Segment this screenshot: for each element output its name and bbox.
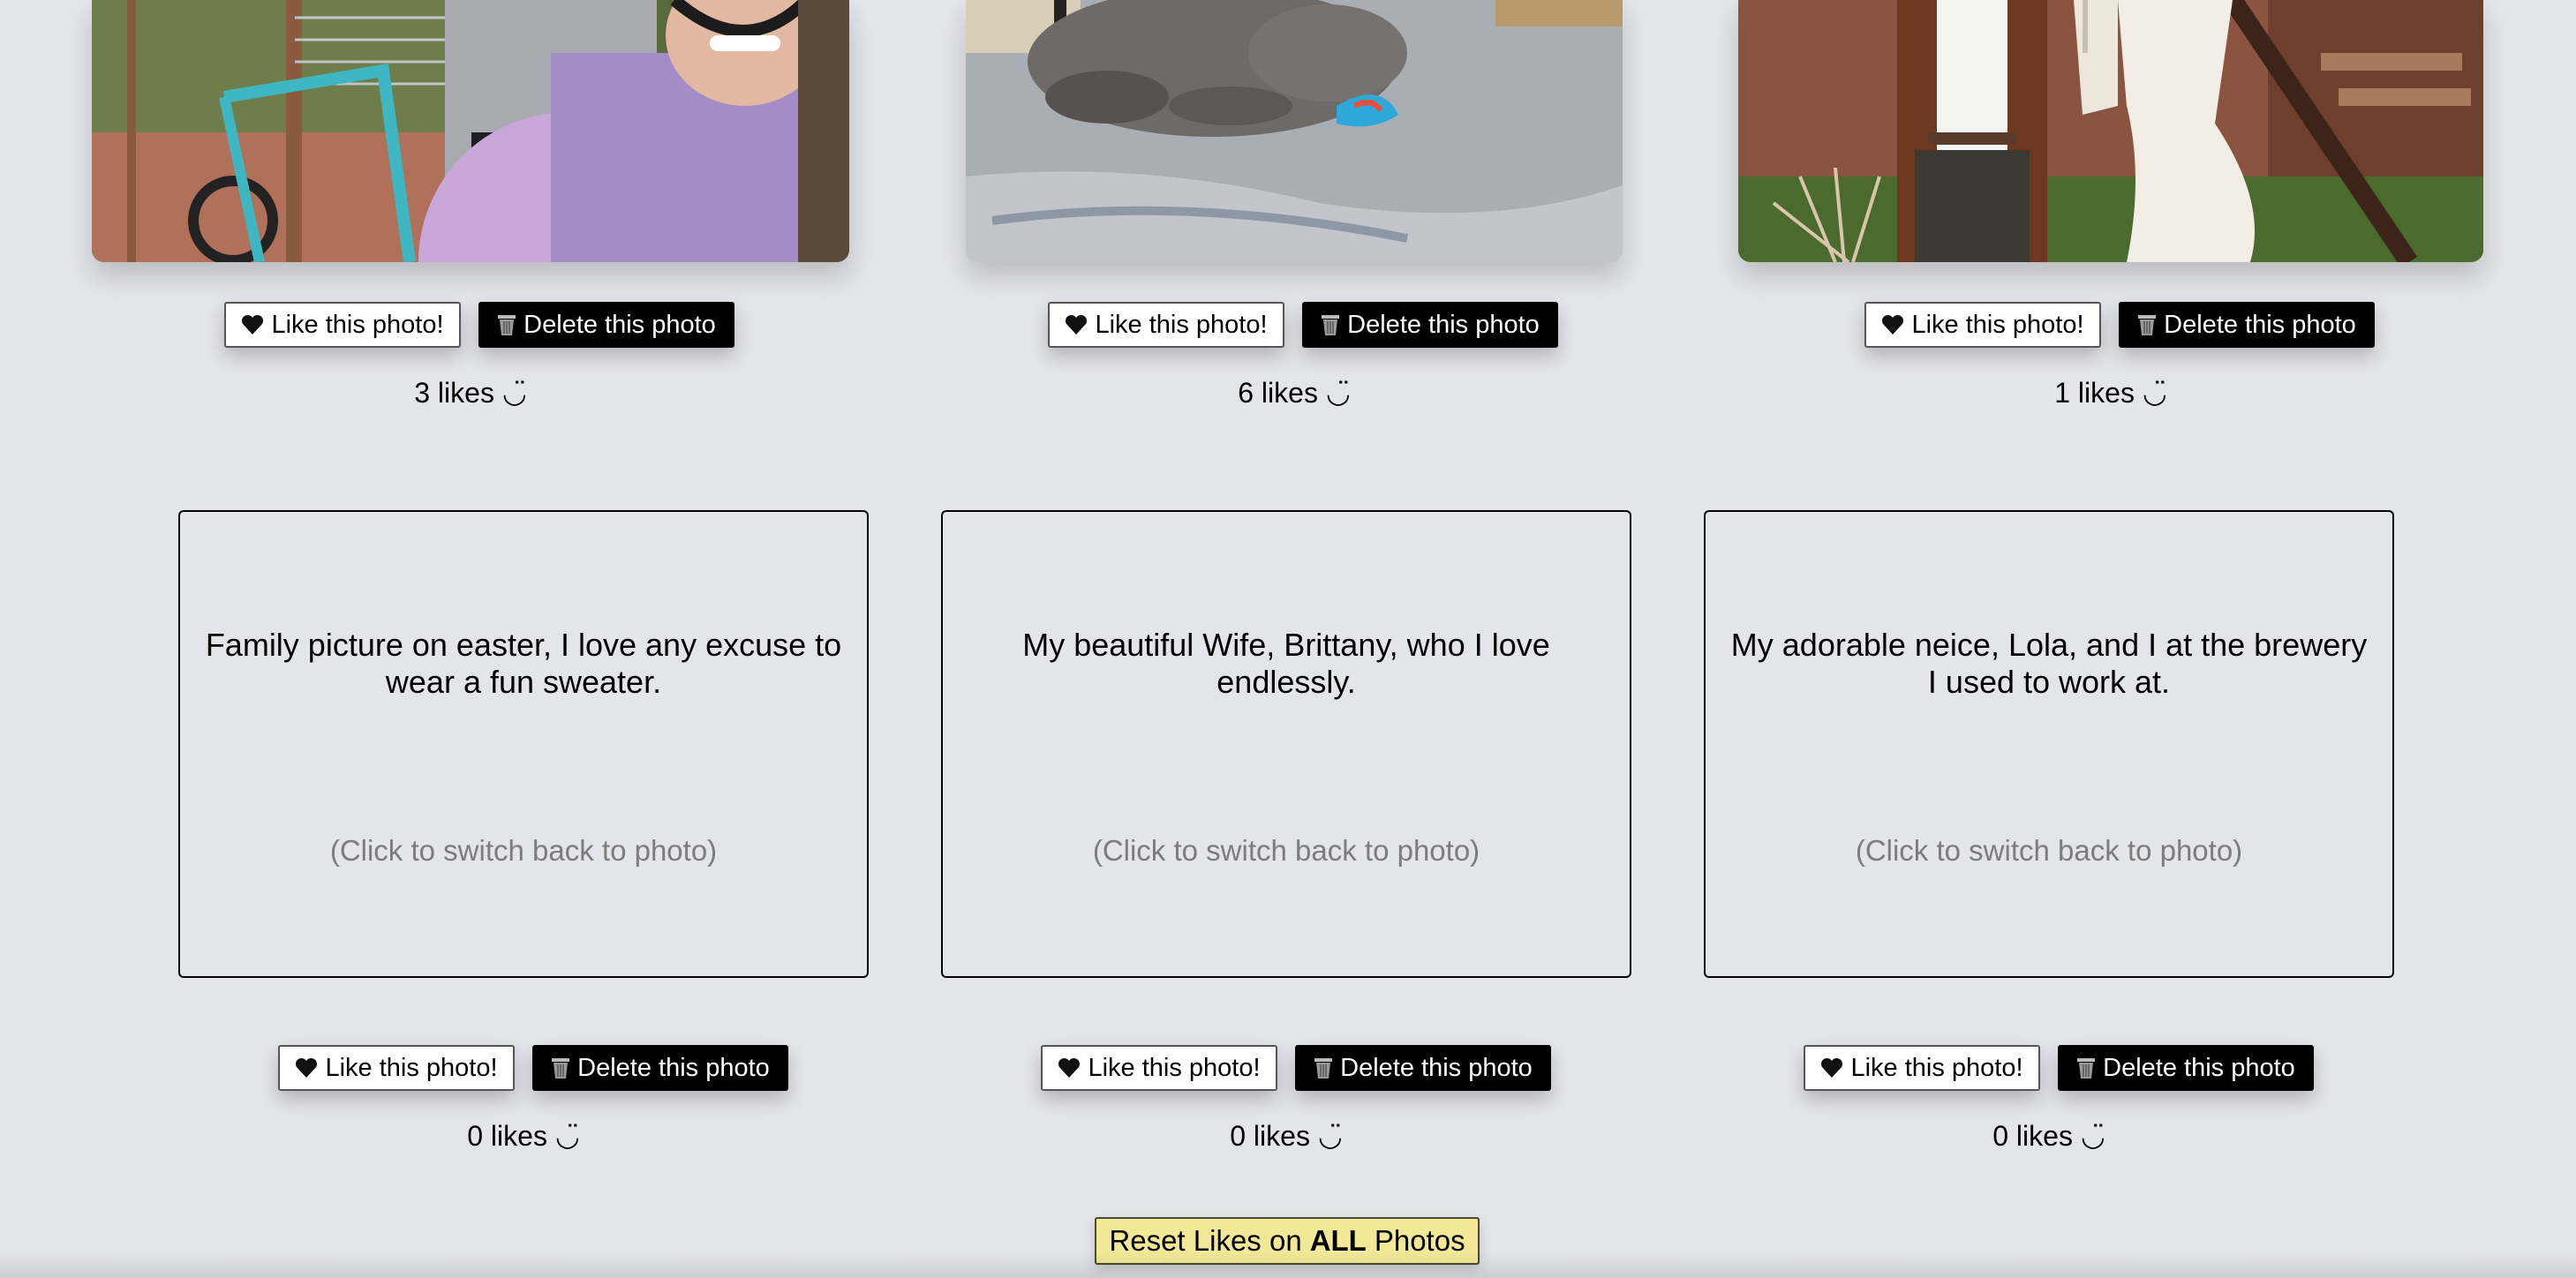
wastebasket-icon [498, 315, 516, 335]
switch-back-hint: (Click to switch back to photo) [1092, 834, 1480, 867]
likes-count-3: 1 likes ◡̈ [1934, 376, 2287, 410]
delete-button-1[interactable]: Delete this photo [478, 302, 734, 348]
photo-caption: My adorable neice, Lola, and I at the br… [1730, 627, 2368, 700]
likes-suffix: likes ◡̈ [2015, 1120, 2105, 1152]
likes-number: 0 [467, 1120, 484, 1152]
like-button-label: Like this photo! [1095, 310, 1268, 339]
black-heart-icon [296, 1057, 318, 1078]
delete-button-2[interactable]: Delete this photo [1302, 302, 1558, 348]
delete-button-label: Delete this photo [2103, 1053, 2295, 1082]
like-button-4[interactable]: Like this photo! [278, 1045, 515, 1091]
photo-gallery-page: Like this photo! Delete this photo 3 lik… [0, 0, 2576, 1278]
likes-suffix: likes ◡̈ [1261, 377, 1351, 409]
delete-button-label: Delete this photo [1340, 1053, 1533, 1082]
photo-cat-on-rug[interactable] [966, 0, 1623, 262]
black-heart-icon [1066, 314, 1088, 335]
black-heart-icon [1882, 314, 1904, 335]
likes-count-1: 3 likes ◡̈ [294, 376, 647, 410]
caption-card-1[interactable]: Family picture on easter, I love any exc… [178, 510, 869, 978]
like-button-2[interactable]: Like this photo! [1048, 302, 1284, 348]
photo-caption: Family picture on easter, I love any exc… [205, 627, 842, 700]
caption-card-3[interactable]: My adorable neice, Lola, and I at the br… [1704, 510, 2394, 978]
black-heart-icon [242, 314, 264, 335]
like-button-label: Like this photo! [325, 1053, 498, 1082]
wastebasket-icon [1322, 315, 1340, 335]
like-button-label: Like this photo! [271, 310, 444, 339]
wastebasket-icon [552, 1058, 570, 1079]
likes-count-5: 0 likes ◡̈ [1110, 1119, 1463, 1153]
photo-wedding-couple[interactable] [1738, 0, 2483, 262]
likes-count-4: 0 likes ◡̈ [347, 1119, 700, 1153]
photo-bike-selfie[interactable] [92, 0, 849, 262]
delete-button-label: Delete this photo [523, 310, 716, 339]
black-heart-icon [1821, 1057, 1843, 1078]
footer-shadow [0, 1252, 2576, 1278]
likes-suffix: likes ◡̈ [437, 377, 527, 409]
delete-button-3[interactable]: Delete this photo [2119, 302, 2375, 348]
delete-button-5[interactable]: Delete this photo [1295, 1045, 1551, 1091]
delete-button-label: Delete this photo [577, 1053, 770, 1082]
likes-number: 1 [2054, 377, 2071, 409]
photo-cat-on-rug-image [966, 0, 1623, 262]
switch-back-hint: (Click to switch back to photo) [1855, 834, 2243, 867]
black-heart-icon [1058, 1057, 1081, 1078]
likes-number: 3 [414, 377, 431, 409]
likes-suffix: likes ◡̈ [490, 1120, 580, 1152]
like-button-label: Like this photo! [1088, 1053, 1261, 1082]
like-button-6[interactable]: Like this photo! [1804, 1045, 2040, 1091]
likes-number: 0 [1992, 1120, 2009, 1152]
likes-count-6: 0 likes ◡̈ [1872, 1119, 2226, 1153]
like-button-5[interactable]: Like this photo! [1041, 1045, 1277, 1091]
likes-suffix: likes ◡̈ [2077, 377, 2167, 409]
delete-button-6[interactable]: Delete this photo [2058, 1045, 2314, 1091]
like-button-1[interactable]: Like this photo! [224, 302, 461, 348]
wastebasket-icon [1314, 1058, 1333, 1079]
photo-wedding-couple-image [1738, 0, 2483, 262]
caption-card-2[interactable]: My beautiful Wife, Brittany, who I love … [941, 510, 1631, 978]
delete-button-4[interactable]: Delete this photo [532, 1045, 788, 1091]
switch-back-hint: (Click to switch back to photo) [329, 834, 718, 867]
wastebasket-icon [2138, 315, 2157, 335]
delete-button-label: Delete this photo [1347, 310, 1540, 339]
likes-suffix: likes ◡̈ [1253, 1120, 1343, 1152]
delete-button-label: Delete this photo [2164, 310, 2356, 339]
like-button-label: Like this photo! [1850, 1053, 2023, 1082]
wastebasket-icon [2077, 1058, 2096, 1079]
like-button-label: Like this photo! [1911, 310, 2084, 339]
likes-number: 6 [1238, 377, 1254, 409]
like-button-3[interactable]: Like this photo! [1864, 302, 2101, 348]
photo-caption: My beautiful Wife, Brittany, who I love … [1022, 627, 1550, 700]
photo-bike-selfie-image [92, 0, 849, 262]
likes-number: 0 [1230, 1120, 1247, 1152]
likes-count-2: 6 likes ◡̈ [1118, 376, 1471, 410]
